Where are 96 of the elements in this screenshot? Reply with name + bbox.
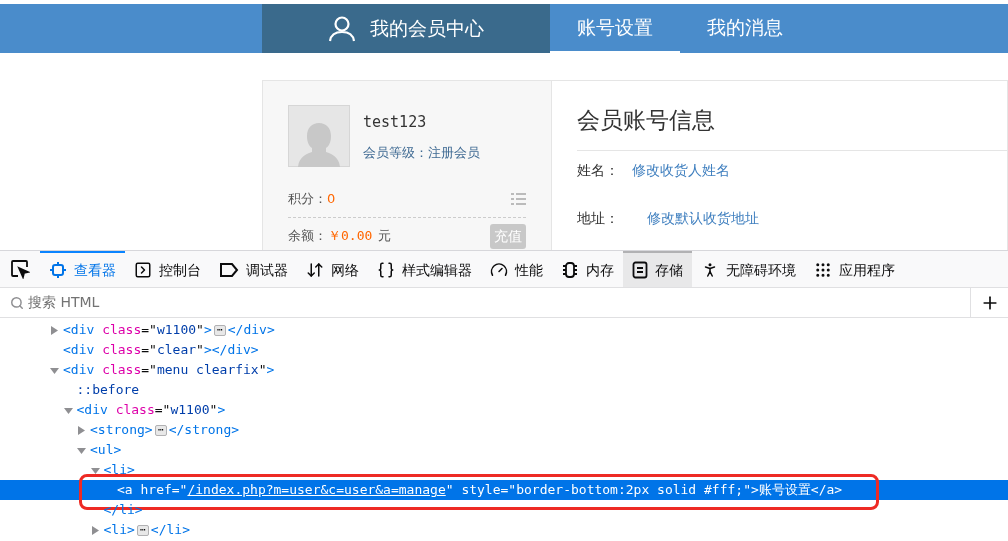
collapsed-badge[interactable]: ⋯: [154, 424, 167, 436]
code-token: =": [500, 481, 517, 500]
balance-label: 余额：: [288, 227, 327, 246]
devtools-tab[interactable]: 存储: [623, 251, 692, 287]
code-token: menu clearfix: [156, 361, 259, 380]
nav-tab[interactable]: 账号设置: [550, 4, 680, 53]
code-token: <a: [117, 481, 134, 500]
code-token: >: [266, 361, 275, 380]
collapsed-badge[interactable]: ⋯: [213, 324, 226, 336]
code-token: <div: [63, 341, 96, 360]
selected-row[interactable]: <a href="/index.php?m=user&c=user&a=manage" style="border-bottom:2px solid #fff;">账号设置</a>: [0, 480, 1008, 500]
element-picker-icon[interactable]: [10, 259, 30, 279]
collapsed-arrow-icon[interactable]: [77, 425, 86, 435]
field-label: 地址：: [577, 208, 620, 228]
devtools-tab[interactable]: 性能: [481, 251, 552, 287]
expanded-arrow-icon[interactable]: [63, 405, 73, 415]
code-token: </a>: [810, 481, 843, 500]
gauge-icon: [490, 261, 508, 279]
code-token: ": [196, 321, 204, 340]
search-field[interactable]: 搜索 HTML: [28, 292, 970, 313]
code-token: </li>: [150, 521, 190, 540]
chip-icon: [561, 261, 579, 279]
code-token: <div: [76, 401, 109, 420]
devtools-tab[interactable]: 调试器: [210, 251, 297, 287]
grid-icon: [814, 261, 832, 279]
code-token: =": [141, 341, 157, 360]
code-token: ": [258, 361, 267, 380]
code-token: clear: [156, 341, 197, 360]
points-value: 0: [327, 190, 336, 208]
devtools-tab[interactable]: 网络: [297, 251, 368, 287]
code-token: w1100: [156, 321, 197, 340]
code-token: 账号设置: [758, 481, 811, 500]
code-token: >: [203, 321, 212, 340]
code-token: <div: [63, 321, 96, 340]
code-token: =": [154, 401, 171, 420]
devtools-tab[interactable]: 控制台: [125, 251, 210, 287]
code-token: =": [141, 361, 157, 380]
braces-icon: [377, 261, 395, 279]
username: test123: [363, 112, 428, 133]
code-token: <div: [63, 361, 96, 380]
code-token: =": [141, 321, 157, 340]
collapsed-arrow-icon[interactable]: [50, 325, 59, 335]
field-link[interactable]: 修改默认收货地址: [647, 207, 759, 229]
code-token: class: [102, 341, 142, 360]
code-token: >: [217, 401, 226, 420]
avatar-silhouette: [288, 105, 350, 167]
code-token: =": [171, 481, 188, 500]
points-label: 积分：: [288, 190, 327, 208]
devtools-tab[interactable]: 查看器: [40, 251, 125, 287]
member-center-header[interactable]: 我的会员中心: [262, 4, 550, 53]
href-link[interactable]: /index.php?m=user&c=user&a=manage: [187, 480, 446, 500]
code-token: <ul>: [90, 441, 122, 460]
tag-icon: [219, 262, 239, 278]
balance-unit: 元: [378, 227, 392, 246]
terminal-icon: [134, 261, 152, 279]
code-token: w1100: [170, 401, 210, 420]
code-token: <li>: [103, 521, 135, 540]
balance-value: ￥0.00: [328, 227, 373, 246]
code-token: ": [743, 481, 751, 500]
code-token: </div>: [227, 321, 275, 340]
member-center-title: 我的会员中心: [370, 16, 484, 42]
collapsed-badge[interactable]: ⋯: [136, 524, 149, 536]
code-token: href: [140, 481, 172, 500]
devtools-tab[interactable]: 应用程序: [805, 251, 904, 287]
code-token: >: [751, 481, 759, 500]
code-token: class: [115, 401, 155, 420]
devtools-tab[interactable]: 无障碍环境: [692, 251, 805, 287]
storage-icon: [632, 261, 648, 279]
field-link[interactable]: 修改收货人姓名: [632, 159, 730, 181]
code-token: style: [461, 481, 501, 500]
code-token: class: [102, 321, 142, 340]
code-token: ::before: [76, 381, 140, 400]
collapsed-arrow-icon[interactable]: [90, 525, 100, 535]
code-token: ></div>: [203, 341, 259, 360]
devtools-tab[interactable]: 样式编辑器: [368, 251, 481, 287]
arrows-icon: [306, 261, 324, 279]
section-title: 会员账号信息: [577, 103, 1007, 151]
code-token: <strong>: [90, 421, 153, 440]
nav-tab[interactable]: 我的消息: [680, 4, 810, 53]
code-token: </strong>: [168, 421, 240, 440]
code-token: ": [196, 341, 204, 360]
frame-icon: [49, 261, 67, 279]
expanded-arrow-icon[interactable]: [77, 445, 86, 455]
code-token: <li>: [103, 461, 135, 480]
code-token: ": [445, 481, 455, 500]
search-icon: [10, 295, 24, 310]
member-level: 会员等级：注册会员: [363, 143, 480, 162]
expanded-arrow-icon[interactable]: [50, 365, 59, 375]
code-token: class: [102, 361, 142, 380]
list-icon[interactable]: [511, 191, 526, 206]
code-token: border-bottom:2px solid #fff;: [516, 481, 744, 500]
code-token: ": [209, 401, 218, 420]
devtools-tab[interactable]: 内存: [552, 251, 623, 287]
field-label: 姓名：: [577, 160, 620, 180]
expanded-arrow-icon[interactable]: [90, 465, 100, 475]
user-icon: [328, 15, 356, 42]
